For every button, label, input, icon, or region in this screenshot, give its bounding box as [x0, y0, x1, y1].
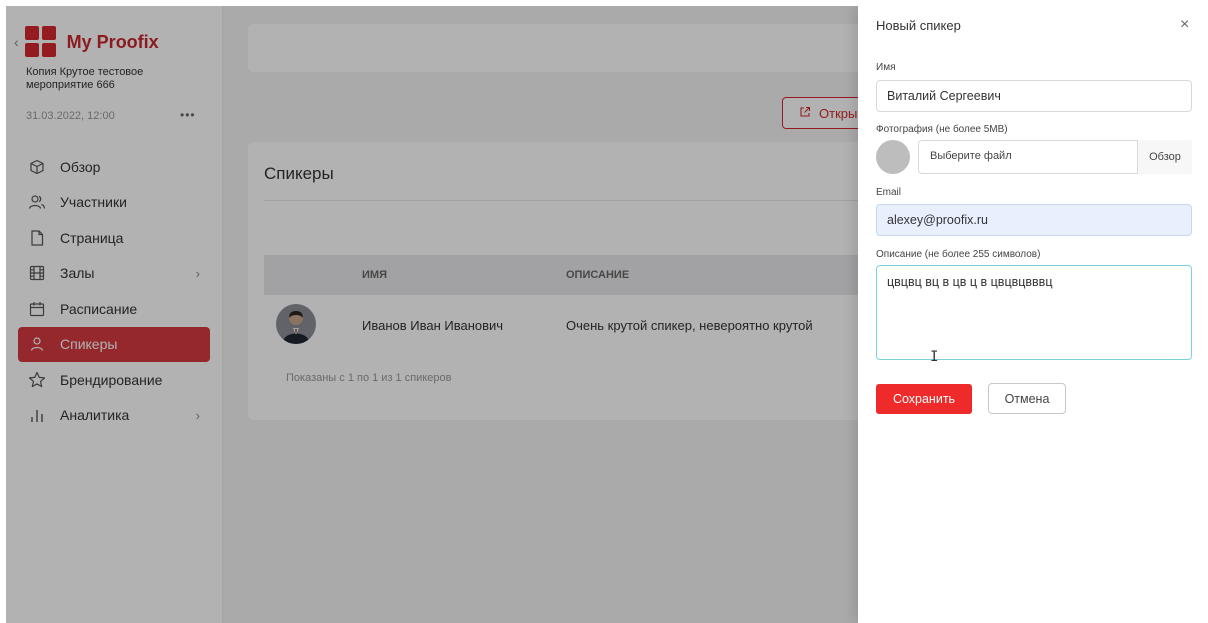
drawer-title: Новый спикер [876, 18, 961, 33]
close-icon[interactable]: × [1180, 16, 1189, 34]
photo-label: Фотография (не более 5MB) [876, 124, 1008, 135]
text-cursor-icon: I [930, 349, 939, 365]
description-textarea[interactable]: цвцвц вц в цв ц в цвцвцвввц [876, 265, 1192, 360]
description-label: Описание (не более 255 символов) [876, 249, 1041, 260]
name-label: Имя [876, 62, 896, 73]
photo-upload: Выберите файл Обзор [876, 140, 1192, 174]
file-placeholder: Выберите файл [930, 150, 1012, 162]
modal-backdrop[interactable] [6, 6, 858, 623]
photo-preview [876, 140, 910, 174]
email-label: Email [876, 187, 902, 198]
name-field[interactable]: Виталий Сергеевич [876, 80, 1192, 112]
browse-button[interactable]: Обзор [1137, 140, 1192, 174]
app-frame: ‹ My Proofix Копия Крутое тестовое мероп… [6, 6, 1208, 623]
new-speaker-drawer: Новый спикер × Имя Виталий Сергеевич Фот… [858, 6, 1208, 623]
cancel-button[interactable]: Отмена [988, 383, 1066, 414]
save-button[interactable]: Сохранить [876, 384, 972, 414]
email-field[interactable]: alexey@proofix.ru [876, 204, 1192, 236]
